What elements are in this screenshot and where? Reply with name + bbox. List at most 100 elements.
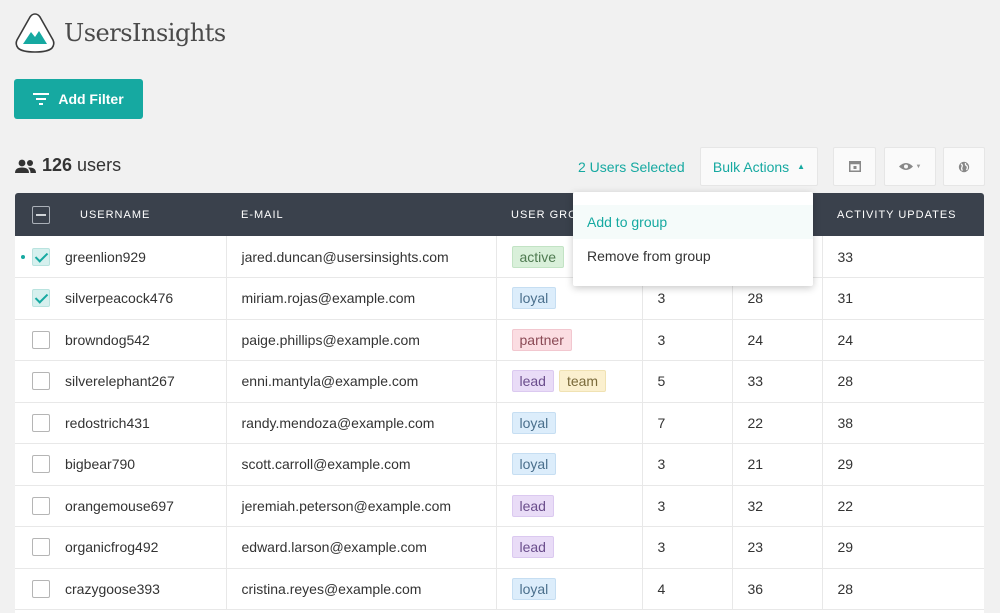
user-groups-cell: partner xyxy=(496,319,643,361)
chevron-down-icon: ▼ xyxy=(915,163,922,170)
username-cell: crazygoose393 xyxy=(65,568,227,610)
bulk-actions-menu: Add to group Remove from group xyxy=(573,192,813,286)
eye-icon xyxy=(898,163,913,170)
filter-icon xyxy=(33,93,50,105)
numeric-cell: 3 xyxy=(642,485,733,527)
row-checkbox[interactable] xyxy=(32,413,50,432)
numeric-cell: 23 xyxy=(732,526,823,568)
table-row[interactable]: silverpeacock476 miriam.rojas@example.com… xyxy=(15,277,984,320)
row-checkbox-cell xyxy=(15,319,65,361)
user-groups-cell: loyal xyxy=(496,402,643,444)
activity-updates-cell: 22 xyxy=(837,497,854,514)
row-checkbox-cell xyxy=(15,361,65,403)
row-checkbox[interactable] xyxy=(32,372,50,391)
activity-updates-cell: 28 xyxy=(837,373,854,390)
username-cell: greenlion929 xyxy=(65,236,227,278)
row-checkbox[interactable] xyxy=(32,330,50,349)
activity-updates-cell: 29 xyxy=(837,539,854,556)
row-checkbox-cell xyxy=(15,444,65,486)
username-cell: silverpeacock476 xyxy=(65,277,227,319)
row-checkbox[interactable] xyxy=(32,496,50,515)
numeric-cell: 4 xyxy=(642,568,733,610)
users-count-label: users xyxy=(77,155,122,175)
activity-updates-cell: 28 xyxy=(837,580,854,597)
row-checkbox[interactable] xyxy=(32,289,50,308)
table-row[interactable]: greenlion929 jared.duncan@usersinsights.c… xyxy=(15,236,984,278)
user-groups-cell: loyal xyxy=(496,568,643,610)
numeric-cell: 3 xyxy=(642,526,733,568)
menu-item-remove-from-group[interactable]: Remove from group xyxy=(573,239,813,273)
bulk-actions-button[interactable]: Bulk Actions ▲ xyxy=(700,147,818,186)
email-cell: jeremiah.peterson@example.com xyxy=(226,485,497,527)
activity-updates-cell: 31 xyxy=(837,290,854,307)
username-cell: browndog542 xyxy=(65,319,227,361)
email-cell: jared.duncan@usersinsights.com xyxy=(226,236,497,278)
group-tag: loyal xyxy=(511,577,557,600)
username-cell: organicfrog492 xyxy=(65,526,227,568)
email-cell: enni.mantyla@example.com xyxy=(226,360,497,402)
row-checkbox-cell xyxy=(15,527,65,569)
numeric-cell: 36 xyxy=(732,568,823,610)
email-cell: edward.larson@example.com xyxy=(226,526,497,568)
logo-mark-icon xyxy=(15,13,55,53)
select-all-cell xyxy=(15,193,65,236)
username-cell: orangemouse697 xyxy=(65,485,227,527)
row-checkbox-cell xyxy=(15,568,65,610)
group-tag: lead xyxy=(511,370,554,393)
globe-button[interactable] xyxy=(943,147,985,186)
row-checkbox-cell xyxy=(15,278,65,320)
user-groups-cell: lead xyxy=(496,526,643,568)
users-count-number: 126 xyxy=(42,155,73,175)
row-checkbox[interactable] xyxy=(32,247,50,266)
table-row[interactable]: orangemouse697 jeremiah.peterson@example.… xyxy=(15,485,984,527)
row-checkbox[interactable] xyxy=(32,455,50,474)
columns-button[interactable] xyxy=(833,147,876,186)
numeric-cell: 24 xyxy=(732,319,823,361)
column-header-username[interactable]: USERNAME xyxy=(65,193,226,236)
column-header-activity-updates[interactable]: ACTIVITY UPDATES xyxy=(822,193,984,236)
menu-item-add-to-group[interactable]: Add to group xyxy=(573,205,813,239)
numeric-cell: 22 xyxy=(732,402,823,444)
activity-updates-cell: 38 xyxy=(837,414,854,431)
row-checkbox-cell xyxy=(15,402,65,444)
activity-updates-cell: 29 xyxy=(837,456,854,473)
visibility-button[interactable]: ▼ xyxy=(884,147,936,186)
row-checkbox-cell xyxy=(15,485,65,527)
group-tag: active xyxy=(511,245,565,268)
globe-icon xyxy=(958,161,970,172)
add-filter-button[interactable]: Add Filter xyxy=(14,79,143,119)
select-all-checkbox[interactable] xyxy=(32,205,50,224)
users-table: USERNAME E-MAIL USER GROUPS ACTIVITY UPD… xyxy=(15,193,984,613)
row-checkbox[interactable] xyxy=(32,579,50,598)
numeric-cell: 32 xyxy=(732,485,823,527)
columns-icon xyxy=(848,161,861,172)
activity-updates-cell: 24 xyxy=(837,331,854,348)
numeric-cell: 7 xyxy=(642,402,733,444)
table-row[interactable]: redostrich431 randy.mendoza@example.com lo… xyxy=(15,402,984,444)
email-cell: scott.carroll@example.com xyxy=(226,443,497,485)
email-cell: cristina.reyes@example.com xyxy=(226,568,497,610)
row-checkbox[interactable] xyxy=(32,538,50,557)
current-user-dot-icon xyxy=(21,255,25,259)
group-tag: team xyxy=(558,370,607,393)
users-icon xyxy=(15,159,36,173)
numeric-cell: 5 xyxy=(642,360,733,402)
app-logo: UsersInsights xyxy=(14,12,226,54)
table-row[interactable]: silverelephant267 enni.mantyla@example.co… xyxy=(15,360,984,403)
group-tag: loyal xyxy=(511,453,557,476)
group-tag: partner xyxy=(511,328,572,351)
table-row[interactable]: browndog542 paige.phillips@example.com par… xyxy=(15,319,984,361)
table-row[interactable]: crazygoose393 cristina.reyes@example.com l… xyxy=(15,568,984,610)
group-tag: lead xyxy=(511,536,554,559)
user-groups-cell: lead team xyxy=(496,360,643,402)
users-count: 126 users xyxy=(15,155,121,176)
user-groups-cell: lead xyxy=(496,485,643,527)
numeric-cell: 33 xyxy=(732,360,823,402)
table-row[interactable]: bigbear790 scott.carroll@example.com loyal… xyxy=(15,443,984,486)
table-row[interactable]: organicfrog492 edward.larson@example.com l… xyxy=(15,526,984,569)
row-checkbox-cell xyxy=(15,236,65,278)
user-groups-cell: loyal xyxy=(496,443,643,485)
column-header-email[interactable]: E-MAIL xyxy=(226,193,496,236)
add-filter-label: Add Filter xyxy=(58,91,124,107)
email-cell: paige.phillips@example.com xyxy=(226,319,497,361)
